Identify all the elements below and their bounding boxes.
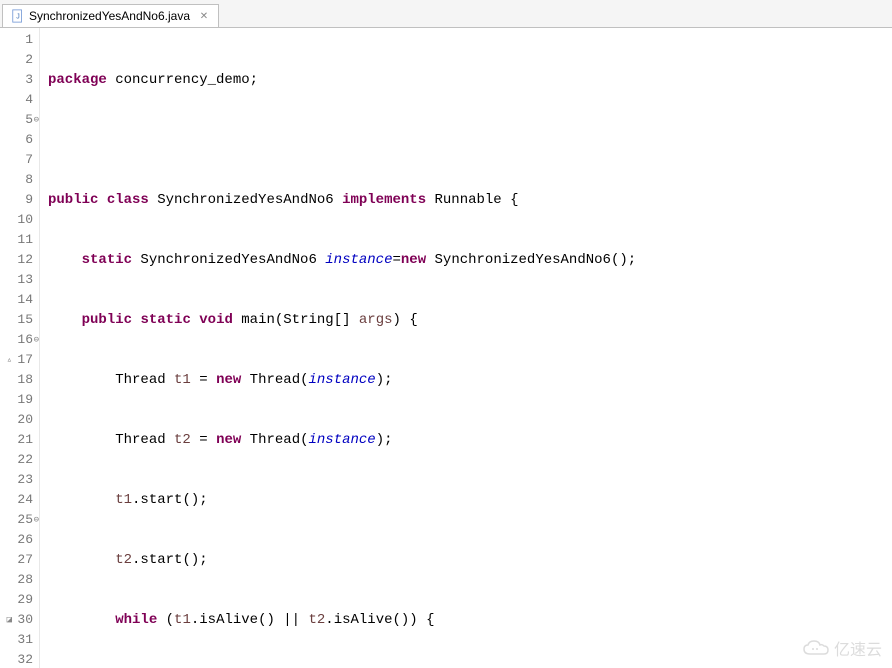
- code-editor[interactable]: package concurrency_demo; public class S…: [40, 28, 892, 668]
- line-number: 2: [0, 50, 33, 70]
- line-number: 21: [0, 430, 33, 450]
- line-number: 9: [0, 190, 33, 210]
- line-number: 12: [0, 250, 33, 270]
- tab-bar: J SynchronizedYesAndNo6.java ✕: [0, 0, 892, 28]
- editor-area: 1 2 3 4 5⊖ 6 7 8 9 10 11 12 13 14 15 16⊖…: [0, 28, 892, 668]
- line-number: 24: [0, 490, 33, 510]
- code-line: while (t1.isAlive() || t2.isAlive()) {: [48, 610, 892, 630]
- line-number-gutter[interactable]: 1 2 3 4 5⊖ 6 7 8 9 10 11 12 13 14 15 16⊖…: [0, 28, 40, 668]
- fold-icon[interactable]: ⊖: [34, 110, 39, 130]
- line-number: 25⊖: [0, 510, 33, 530]
- line-number: 28: [0, 570, 33, 590]
- code-line: package concurrency_demo;: [48, 70, 892, 90]
- code-line: public class SynchronizedYesAndNo6 imple…: [48, 190, 892, 210]
- line-number: 11: [0, 230, 33, 250]
- line-number: 23: [0, 470, 33, 490]
- line-number: 16⊖: [0, 330, 33, 350]
- line-number: 18: [0, 370, 33, 390]
- line-number: 7: [0, 150, 33, 170]
- line-number: ◪30: [0, 610, 33, 630]
- code-line: Thread t1 = new Thread(instance);: [48, 370, 892, 390]
- line-number: 3: [0, 70, 33, 90]
- task-marker-icon[interactable]: ◪: [2, 610, 12, 630]
- fold-icon[interactable]: ⊖: [34, 510, 39, 530]
- line-number: 13: [0, 270, 33, 290]
- svg-text:J: J: [16, 14, 20, 21]
- line-number: 10: [0, 210, 33, 230]
- editor-tab[interactable]: J SynchronizedYesAndNo6.java ✕: [2, 4, 219, 27]
- code-line: Thread t2 = new Thread(instance);: [48, 430, 892, 450]
- line-number: 32: [0, 650, 33, 668]
- code-line: [48, 130, 892, 150]
- close-icon[interactable]: ✕: [198, 10, 210, 22]
- line-number: 31: [0, 630, 33, 650]
- line-number: 20: [0, 410, 33, 430]
- line-number: 8: [0, 170, 33, 190]
- line-number: 22: [0, 450, 33, 470]
- code-line: public static void main(String[] args) {: [48, 310, 892, 330]
- line-number: 19: [0, 390, 33, 410]
- code-line: static SynchronizedYesAndNo6 instance=ne…: [48, 250, 892, 270]
- line-number: 6: [0, 130, 33, 150]
- override-marker-icon[interactable]: ▵: [2, 350, 12, 370]
- java-file-icon: J: [11, 9, 25, 23]
- line-number: 26: [0, 530, 33, 550]
- line-number: ▵17: [0, 350, 33, 370]
- line-number: 15: [0, 310, 33, 330]
- tab-filename: SynchronizedYesAndNo6.java: [29, 9, 190, 23]
- line-number: 29: [0, 590, 33, 610]
- line-number: 5⊖: [0, 110, 33, 130]
- line-number: 4: [0, 90, 33, 110]
- fold-icon[interactable]: ⊖: [34, 330, 39, 350]
- code-line: t2.start();: [48, 550, 892, 570]
- line-number: 1: [0, 30, 33, 50]
- line-number: 14: [0, 290, 33, 310]
- code-line: t1.start();: [48, 490, 892, 510]
- line-number: 27: [0, 550, 33, 570]
